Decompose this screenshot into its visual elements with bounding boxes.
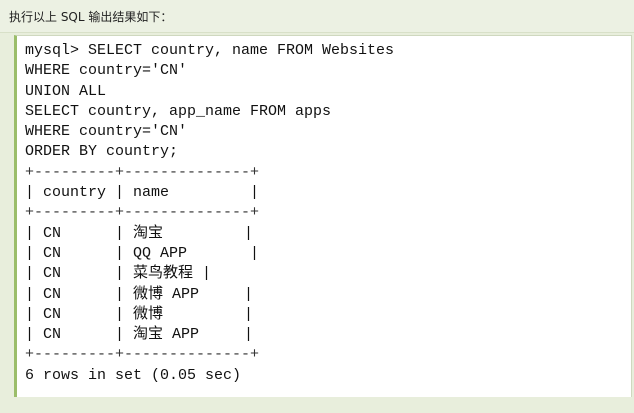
table-row: | CN | 微博 APP | [25, 285, 254, 303]
table-border-line: +---------+--------------+ [25, 163, 260, 181]
sql-output: mysql> SELECT country, name FROM Website… [25, 41, 394, 386]
sql-query-line: WHERE country='CN' [25, 62, 188, 80]
sql-query-line: mysql> SELECT country, name FROM Website… [25, 42, 395, 59]
table-border-line: +---------+--------------+ [25, 346, 260, 364]
sql-query-line: WHERE country='CN' [25, 123, 188, 141]
table-border-line: +---------+--------------+ [25, 204, 260, 222]
table-row: | CN | 淘宝 | [25, 224, 254, 242]
sql-query-line: SELECT country, app_name FROM apps [25, 102, 332, 120]
table-row: | CN | 微博 | [25, 305, 254, 323]
row-count-line: 6 rows in set (0.05 sec) [25, 366, 242, 384]
caption-bar: 执行以上 SQL 输出结果如下： [0, 0, 634, 33]
table-row: | CN | QQ APP | [25, 244, 260, 262]
sql-query-line: ORDER BY country; [25, 143, 179, 161]
caption-text: 执行以上 SQL 输出结果如下： [9, 10, 173, 24]
table-row: | CN | 淘宝 APP | [25, 326, 254, 344]
bottom-strip [0, 397, 634, 413]
code-block: mysql> SELECT country, name FROM Website… [14, 35, 632, 397]
table-row: | CN | 菜鸟教程 | [25, 265, 212, 283]
sql-query-line: UNION ALL [25, 82, 107, 100]
page: 执行以上 SQL 输出结果如下： mysql> SELECT country, … [0, 0, 634, 413]
table-header-row: | country | name | [25, 184, 260, 202]
